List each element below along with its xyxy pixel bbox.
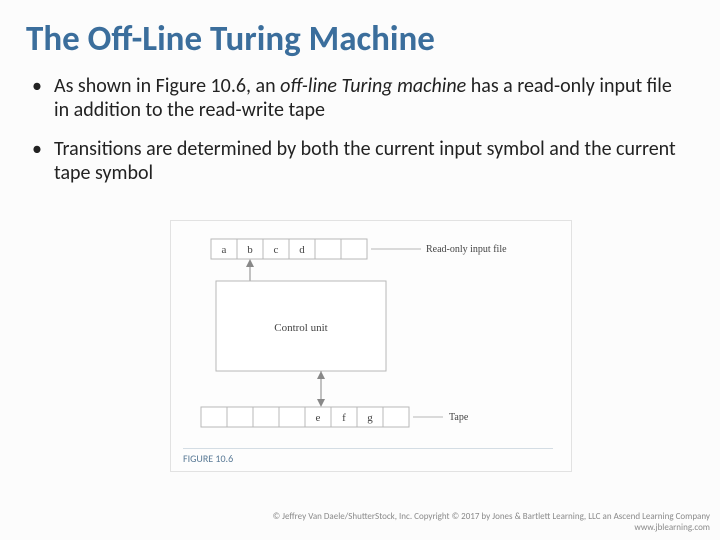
bullet-text: Transitions are determined by both the c… (54, 137, 676, 185)
figure-caption: FIGURE 10.6 (183, 448, 553, 465)
label-tape: Tape (449, 412, 469, 423)
bullet-text: As shown in Figure 10.6, an (54, 74, 280, 98)
figure-diagram: a b c d Read-only input file Control uni… (171, 221, 571, 451)
cell-g: g (367, 412, 373, 424)
cell-f: f (342, 412, 346, 424)
cell-b: b (247, 244, 253, 256)
page-title: The Off-Line Turing Machine (0, 0, 720, 60)
bullet-list: As shown in Figure 10.6, an off-line Tur… (0, 60, 720, 186)
figure-container: a b c d Read-only input file Control uni… (170, 220, 572, 472)
cell-a: a (222, 244, 227, 256)
list-item: Transitions are determined by both the c… (32, 137, 680, 186)
label-input-file: Read-only input file (426, 244, 507, 255)
copyright: © Jeffrey Van Daele/ShutterStock, Inc. C… (273, 511, 710, 534)
label-control-unit: Control unit (274, 322, 327, 334)
list-item: As shown in Figure 10.6, an off-line Tur… (32, 74, 680, 123)
copyright-url: www.jblearning.com (273, 522, 710, 534)
copyright-line: © Jeffrey Van Daele/ShutterStock, Inc. C… (273, 511, 710, 523)
bullet-italic: off-line Turing machine (280, 74, 466, 98)
cell-e: e (316, 412, 321, 424)
cell-d: d (299, 244, 305, 256)
cell-c: c (274, 244, 279, 256)
